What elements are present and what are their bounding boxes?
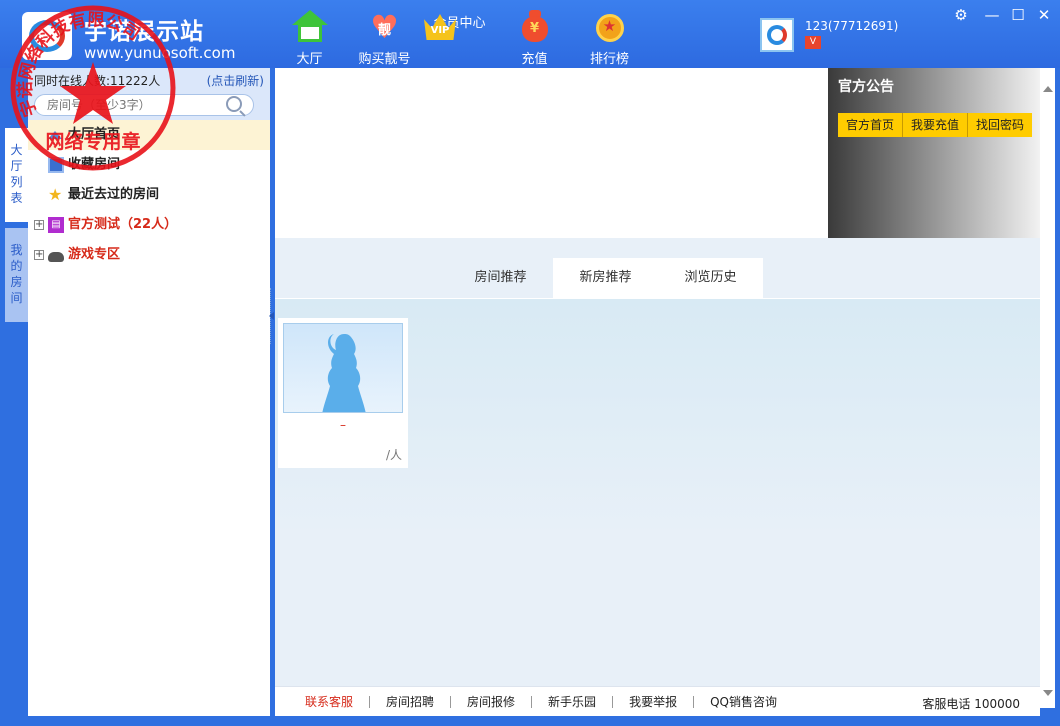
- nav-recharge[interactable]: ¥ 充值: [497, 8, 572, 67]
- nav-ranking[interactable]: ★ 排行榜: [572, 8, 647, 67]
- crown-icon: VIP: [422, 10, 458, 44]
- notice-title: 官方公告: [838, 79, 894, 95]
- scroll-up-icon[interactable]: [1043, 86, 1053, 92]
- service-hotline: 客服电话 100000: [922, 697, 1020, 711]
- nav-member-center[interactable]: VIP 会员中心: [422, 8, 497, 66]
- newbie-link[interactable]: 新手乐园: [532, 695, 614, 708]
- settings-gear-icon[interactable]: ⚙: [951, 6, 971, 24]
- room-card[interactable]: – /人: [278, 318, 408, 468]
- search-icon[interactable]: [226, 96, 242, 112]
- minimize-button[interactable]: —: [982, 6, 1002, 24]
- test-icon: ▤: [48, 217, 64, 233]
- seal-ring-text: 宇诺网络科技有限公司: [15, 9, 143, 119]
- nav-lobby-label: 大厅: [296, 52, 323, 67]
- notice-links: 官方首页 我要充值 找回密码: [838, 113, 1033, 137]
- nav-buy-number-label: 购买靓号: [358, 52, 411, 67]
- female-silhouette-icon: [322, 334, 366, 412]
- close-button[interactable]: ✕: [1034, 6, 1054, 24]
- contact-support-link[interactable]: 联系客服: [305, 695, 371, 708]
- room-name: –: [340, 418, 346, 432]
- gamepad-icon: [48, 252, 64, 262]
- collapse-arrow-icon[interactable]: [269, 312, 274, 320]
- sidebar-item-label: 游戏专区: [68, 247, 121, 262]
- money-bag-icon: ¥: [517, 10, 553, 44]
- panel-splitter[interactable]: [269, 288, 274, 344]
- nav-recharge-label: 充值: [521, 52, 548, 67]
- sidebar-item-label: 官方测试（22人）: [68, 217, 178, 232]
- heart-icon: ♥ 靓: [370, 8, 399, 46]
- content-tabs: 房间推荐 新房推荐 浏览历史: [448, 258, 763, 298]
- recover-password-button[interactable]: 找回密码: [968, 113, 1033, 137]
- sidebar-item-label: 最近去过的房间: [68, 187, 160, 202]
- svg-text:宇诺网络科技有限公司: 宇诺网络科技有限公司: [15, 9, 143, 119]
- user-avatar[interactable]: [760, 18, 794, 52]
- medal-icon: ★: [592, 10, 628, 44]
- tab-history[interactable]: 浏览历史: [658, 258, 763, 298]
- nav-lobby[interactable]: 大厅: [272, 8, 347, 67]
- room-content-area: 房间推荐 新房推荐 浏览历史 – /人: [275, 238, 1040, 686]
- nav-ranking-label: 排行榜: [589, 52, 629, 67]
- nav-buy-number[interactable]: ♥ 靓 购买靓号: [347, 8, 422, 67]
- tabs-divider: [275, 298, 1040, 299]
- tab-my-rooms[interactable]: 我的房间: [5, 228, 28, 322]
- expand-icon[interactable]: +: [34, 250, 44, 260]
- report-link[interactable]: 我要举报: [613, 695, 695, 708]
- star-icon: ★: [48, 185, 63, 204]
- tab-recommended-rooms[interactable]: 房间推荐: [448, 258, 553, 298]
- qq-sales-link[interactable]: QQ销售咨询: [694, 696, 793, 708]
- official-home-button[interactable]: 官方首页: [838, 113, 904, 137]
- room-user-count: /人: [385, 448, 402, 462]
- vertical-scrollbar[interactable]: [1040, 68, 1055, 708]
- sidebar-item-official-test[interactable]: + ▤ 官方测试（22人）: [28, 210, 270, 240]
- recharge-button[interactable]: 我要充值: [903, 113, 969, 137]
- vip-badge: V: [805, 36, 821, 49]
- company-seal-stamp: 宇诺网络科技有限公司 网络专用章: [10, 5, 176, 171]
- sidebar-item-recent[interactable]: ★ 最近去过的房间: [28, 180, 270, 210]
- notice-panel: 官方公告 官方首页 我要充值 找回密码: [828, 68, 1040, 238]
- expand-icon[interactable]: +: [34, 220, 44, 230]
- seal-center-text: 网络专用章: [45, 130, 140, 153]
- house-icon: [291, 10, 328, 44]
- tab-new-rooms[interactable]: 新房推荐: [553, 258, 658, 298]
- maximize-button[interactable]: ☐: [1008, 6, 1028, 24]
- user-name[interactable]: 123(77712691): [805, 19, 898, 33]
- room-repair-link[interactable]: 房间报修: [451, 695, 533, 708]
- main-nav: 大厅 ♥ 靓 购买靓号 VIP 会员中心 ¥ 充值 ★ 排行榜: [272, 8, 647, 67]
- banner-area: [275, 68, 828, 238]
- avatar-logo-icon: [767, 25, 787, 45]
- room-recruit-link[interactable]: 房间招聘: [370, 695, 452, 708]
- refresh-link[interactable]: (点击刷新): [207, 72, 264, 88]
- scroll-down-icon[interactable]: [1043, 690, 1053, 696]
- footer-bar: 联系客服 房间招聘 房间报修 新手乐园 我要举报 QQ销售咨询 客服电话 100…: [275, 686, 1040, 716]
- room-thumbnail[interactable]: [283, 323, 403, 413]
- sidebar-item-game-zone[interactable]: + 游戏专区: [28, 240, 270, 270]
